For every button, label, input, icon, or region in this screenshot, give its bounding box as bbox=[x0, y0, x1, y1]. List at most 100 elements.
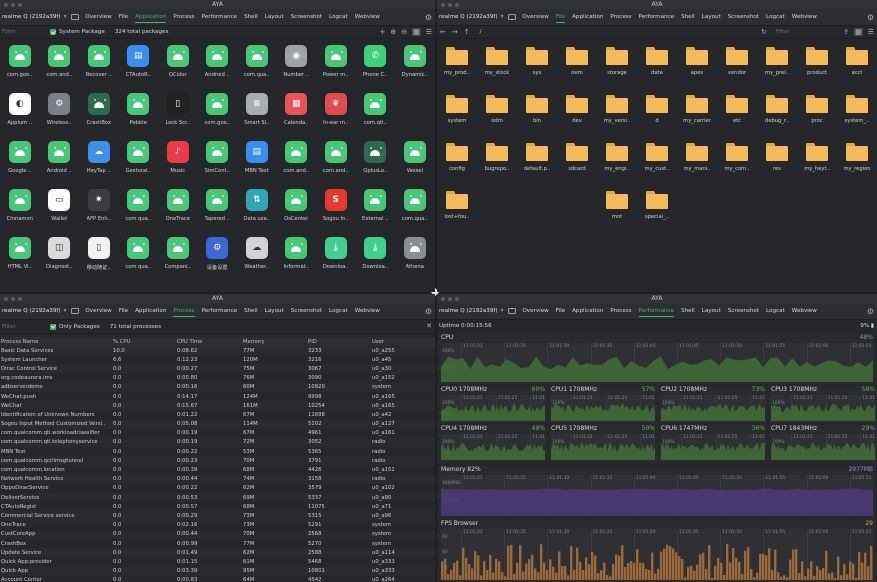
app-item[interactable]: ◉ Number .. bbox=[277, 40, 317, 88]
app-item[interactable]: com.and.. bbox=[316, 136, 356, 184]
screencast-icon[interactable] bbox=[508, 14, 517, 20]
file-item[interactable]: debug_r.. bbox=[757, 88, 797, 136]
table-row[interactable]: com.qualcomm.qti.telephonyservice 0.0 0:00… bbox=[0, 437, 435, 448]
tab-file[interactable]: File bbox=[119, 306, 128, 316]
app-item[interactable]: com.goo.. bbox=[0, 40, 40, 88]
app-item[interactable]: Recover .. bbox=[79, 40, 119, 88]
settings-gear-icon[interactable]: ⚙ bbox=[867, 13, 874, 22]
filter-input[interactable]: Filter bbox=[0, 29, 50, 35]
file-item[interactable]: apex bbox=[677, 40, 717, 88]
table-row[interactable]: com.qualcomm.qti.workloadclassifier 0.0 0:… bbox=[0, 429, 435, 438]
screencast-icon[interactable] bbox=[71, 14, 80, 20]
grid-view-icon[interactable]: ▦ bbox=[854, 28, 863, 36]
table-row[interactable]: OneTrace 0.0 0:02.16 73M 5291 system bbox=[0, 521, 435, 530]
table-row[interactable]: WeChat 0.0 0:15.67 161M 10254 u0_a165 bbox=[0, 401, 435, 411]
file-item[interactable]: my_com.. bbox=[717, 136, 757, 184]
settings-gear-icon[interactable]: ⚙ bbox=[425, 307, 432, 316]
tab-performance[interactable]: Performance bbox=[639, 12, 674, 22]
app-item[interactable]: Google .. bbox=[0, 136, 40, 184]
screencast-icon[interactable] bbox=[508, 308, 517, 314]
app-item[interactable]: ▯ 移动随证.. bbox=[79, 232, 119, 280]
table-row[interactable]: Account Center 0.0 0:00.83 64M 4542 u0_a264 bbox=[0, 576, 435, 582]
app-item[interactable]: CrashBox bbox=[79, 88, 119, 136]
app-item[interactable]: ⚙ Wireless.. bbox=[40, 88, 80, 136]
file-item[interactable]: my_heyt.. bbox=[797, 136, 837, 184]
app-item[interactable]: ❦ In-ear m.. bbox=[316, 88, 356, 136]
device-selector[interactable]: realme Q (2192a39f) ▾ bbox=[0, 308, 66, 314]
tab-overview[interactable]: Overview bbox=[522, 306, 548, 316]
file-item[interactable]: storage bbox=[597, 40, 637, 88]
tab-screenshot[interactable]: Screenshot bbox=[291, 306, 322, 316]
file-item[interactable]: my_region bbox=[837, 136, 877, 184]
only-packages-checkbox[interactable] bbox=[50, 323, 56, 330]
table-row[interactable]: com.qualcomm.qcrilmsgtunnel 0.0 0:00.23 70M… bbox=[0, 456, 435, 466]
tab-application[interactable]: Application bbox=[572, 12, 603, 22]
table-row[interactable]: MBN Test 0.0 0:00.22 53M 5365 radio bbox=[0, 447, 435, 456]
table-row[interactable]: System Launcher 6.6 0:12.23 120M 3216 u0_a45 bbox=[0, 355, 435, 364]
app-item[interactable]: com.qua.. bbox=[119, 232, 159, 280]
file-item[interactable]: lost+fou.. bbox=[437, 184, 477, 232]
file-item[interactable]: my_stock bbox=[477, 40, 517, 88]
app-item[interactable]: Android .. bbox=[40, 136, 80, 184]
app-item[interactable]: ☁ Weather.. bbox=[237, 232, 277, 280]
file-item[interactable]: my_cust.. bbox=[637, 136, 677, 184]
column-header[interactable]: CPU Time bbox=[177, 339, 243, 345]
column-header[interactable]: Process Name bbox=[0, 339, 113, 345]
upload-icon[interactable]: ⇪ bbox=[843, 28, 849, 36]
tab-shell[interactable]: Shell bbox=[244, 12, 258, 22]
tab-logcat[interactable]: Logcat bbox=[329, 306, 348, 316]
tab-logcat[interactable]: Logcat bbox=[766, 12, 785, 22]
table-row[interactable]: Update Service 0.0 0:01.49 62M 2588 u0_a114 bbox=[0, 548, 435, 558]
app-item[interactable]: com.qua.. bbox=[395, 184, 435, 232]
app-item[interactable]: Tapered .. bbox=[198, 184, 238, 232]
table-row[interactable]: Commercial Service service 0.0 0:00.29 73M 5… bbox=[0, 511, 435, 521]
table-row[interactable]: Basic Data Services 10.0 0:08.62 77M 3233 u0_… bbox=[0, 346, 435, 356]
app-item[interactable]: Gestural.. bbox=[119, 136, 159, 184]
table-row[interactable]: OppoDiracService 0.0 0:00.22 62M 3579 u0_a102 bbox=[0, 484, 435, 493]
column-header[interactable]: User bbox=[372, 339, 432, 345]
table-row[interactable]: CrashBox 0.0 0:00.99 77M 5270 system bbox=[0, 539, 435, 548]
tab-layout[interactable]: Layout bbox=[265, 12, 284, 22]
tab-performance[interactable]: Performance bbox=[202, 306, 237, 316]
app-item[interactable]: Athena bbox=[395, 232, 435, 280]
table-row[interactable]: adbserverdemo 0.0 0:00.16 60M 10920 system bbox=[0, 382, 435, 392]
tab-webview[interactable]: Webview bbox=[355, 12, 380, 22]
tab-process[interactable]: Process bbox=[610, 306, 631, 316]
tab-file[interactable]: File bbox=[556, 306, 565, 316]
file-item[interactable]: acct bbox=[837, 40, 877, 88]
up-icon[interactable]: ↑ bbox=[464, 28, 470, 36]
tab-application[interactable]: Application bbox=[572, 306, 603, 316]
tab-logcat[interactable]: Logcat bbox=[329, 12, 348, 22]
zoom-in-icon[interactable]: ⊕ bbox=[390, 28, 396, 36]
tab-overview[interactable]: Overview bbox=[85, 306, 111, 316]
file-item[interactable]: system_.. bbox=[837, 88, 877, 136]
tab-shell[interactable]: Shell bbox=[681, 306, 695, 316]
tab-file[interactable]: File bbox=[555, 12, 566, 23]
app-item[interactable]: HTML Vi.. bbox=[0, 232, 40, 280]
file-item[interactable]: product bbox=[797, 40, 837, 88]
column-header[interactable]: PID bbox=[308, 339, 372, 345]
app-item[interactable]: OplusLo.. bbox=[356, 136, 396, 184]
tab-layout[interactable]: Layout bbox=[265, 306, 284, 316]
tab-shell[interactable]: Shell bbox=[244, 306, 258, 316]
list-view-icon[interactable]: ☰ bbox=[868, 28, 874, 36]
app-item[interactable]: com.and.. bbox=[40, 40, 80, 88]
table-row[interactable]: Quick App:provider 0.0 0:01.15 61M 5468 u0_a3… bbox=[0, 557, 435, 566]
file-item[interactable]: config bbox=[437, 136, 477, 184]
tab-webview[interactable]: Webview bbox=[355, 306, 380, 316]
file-item[interactable]: special_.. bbox=[637, 184, 677, 232]
system-package-checkbox[interactable] bbox=[50, 29, 56, 35]
app-item[interactable]: Power m.. bbox=[316, 40, 356, 88]
file-item[interactable]: sdcard bbox=[557, 136, 597, 184]
app-item[interactable]: ⇅ Data usa.. bbox=[237, 184, 277, 232]
app-item[interactable]: com.and.. bbox=[277, 136, 317, 184]
path-display[interactable]: / bbox=[480, 28, 482, 36]
tab-file[interactable]: File bbox=[119, 12, 128, 22]
table-row[interactable]: DeliverService 0.0 0:00.53 69M 5337 u0_a90 bbox=[0, 493, 435, 503]
settings-gear-icon[interactable]: ⚙ bbox=[425, 13, 432, 22]
screencast-icon[interactable] bbox=[71, 308, 80, 314]
forward-icon[interactable]: → bbox=[452, 28, 458, 36]
app-item[interactable]: Pebble bbox=[119, 88, 159, 136]
tab-logcat[interactable]: Logcat bbox=[766, 306, 785, 316]
file-item[interactable]: my_carrier bbox=[677, 88, 717, 136]
